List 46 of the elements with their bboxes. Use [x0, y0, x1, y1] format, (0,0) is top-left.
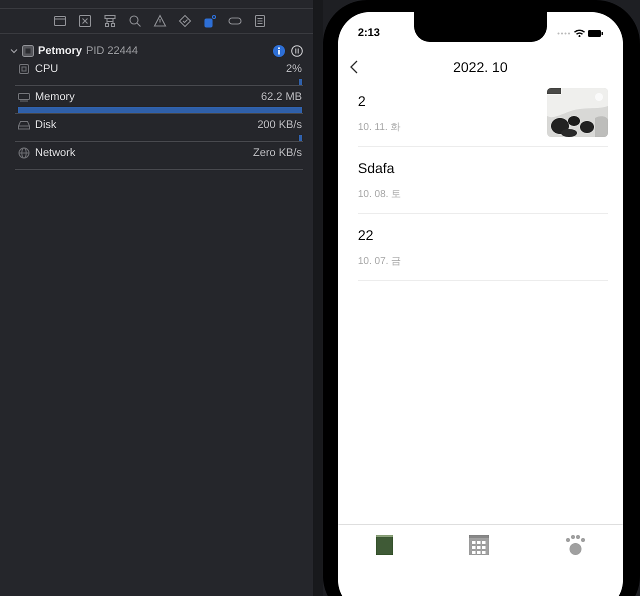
screen-title: 2022. 10 — [453, 58, 508, 76]
signal-icon — [556, 32, 571, 34]
status-time: 2:13 — [358, 26, 381, 41]
memory-icon — [18, 91, 30, 103]
entry-date: 10. 07. 금 — [358, 255, 402, 269]
entry-title: Sdafa — [358, 159, 396, 178]
wifi-icon — [574, 29, 585, 37]
diary-entry[interactable]: 2 10. 11. 화 — [358, 80, 608, 147]
gauge-reading: 200 KB/s — [257, 118, 302, 133]
document-icon[interactable] — [253, 14, 268, 28]
process-name: Petmory — [38, 44, 82, 59]
gauge-reading: Zero KB/s — [253, 146, 302, 161]
gauge-reading: 62.2 MB — [260, 90, 302, 105]
gauge-row[interactable]: CPU 2% — [15, 58, 303, 86]
hierarchy-icon[interactable] — [103, 14, 118, 28]
gauge-row[interactable]: Network Zero KB/s — [15, 142, 303, 170]
app-icon — [22, 45, 34, 57]
pause-icon[interactable] — [290, 45, 303, 57]
book-icon[interactable] — [376, 535, 393, 555]
battery-icon — [588, 30, 603, 36]
diary-entry[interactable]: Sdafa 10. 08. 토 — [358, 147, 608, 214]
entry-title: 22 — [358, 226, 374, 245]
globe-icon — [18, 147, 30, 159]
chip-icon — [18, 63, 30, 75]
warning-icon[interactable] — [153, 14, 168, 28]
gauge-label: Network — [35, 146, 76, 161]
gauge-row[interactable]: Memory 62.2 MB — [15, 86, 303, 114]
chevron-icon[interactable] — [10, 47, 18, 55]
close-box-icon[interactable] — [78, 14, 92, 28]
process-id: PID 22444 — [86, 44, 138, 59]
search-icon[interactable] — [128, 14, 142, 28]
entry-date: 10. 11. 화 — [358, 121, 402, 135]
gauge-label: CPU — [35, 62, 58, 77]
calendar-icon[interactable] — [468, 535, 489, 555]
gauge-label: Memory — [35, 90, 75, 105]
entry-title: 2 — [358, 92, 367, 111]
gauge-row[interactable]: Disk 200 KB/s — [15, 114, 303, 142]
window-icon[interactable] — [53, 14, 68, 28]
gauge-label: Disk — [35, 118, 56, 133]
gauge-reading: 2% — [286, 62, 302, 77]
info-icon[interactable] — [272, 45, 285, 57]
entry-date: 10. 08. 토 — [358, 188, 402, 202]
back-icon[interactable] — [350, 60, 358, 74]
diamond-check-icon[interactable] — [178, 14, 192, 28]
diary-entry[interactable]: 22 10. 07. 금 — [358, 214, 608, 281]
paw-icon[interactable] — [564, 535, 585, 555]
